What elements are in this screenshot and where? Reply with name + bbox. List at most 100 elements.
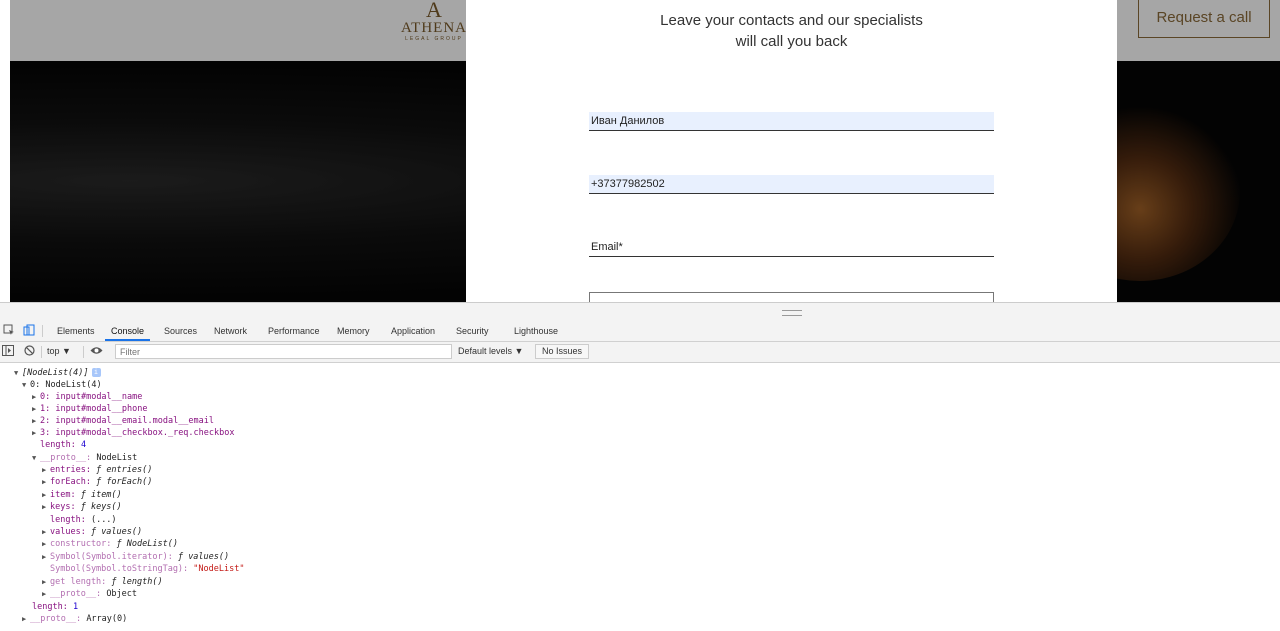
length-key: length:	[32, 602, 68, 612]
member-value: ƒ NodeList()	[116, 539, 178, 549]
name-field[interactable]	[589, 112, 994, 131]
collapsed-triangle-icon: ▶	[42, 528, 47, 536]
member-value: ƒ entries()	[96, 465, 153, 475]
tabbar-divider	[42, 325, 43, 337]
member-key: Symbol(Symbol.iterator):	[50, 552, 173, 562]
proto-key: __proto__:	[40, 453, 92, 463]
list-item[interactable]: length: (...)	[50, 514, 117, 526]
length-value: 1	[72, 602, 79, 612]
console-item-nodelist[interactable]: ▼ 0: NodeList(4)	[22, 379, 102, 391]
member-value: ƒ forEach()	[96, 477, 153, 487]
tab-performance[interactable]: Performance	[264, 321, 324, 341]
member-key: values:	[50, 527, 86, 537]
list-item[interactable]: ▶ forEach: ƒ forEach()	[42, 476, 152, 488]
list-item[interactable]: ▶ 1: input#modal__phone	[32, 403, 148, 415]
proto-key: __proto__:	[30, 614, 82, 624]
list-item[interactable]: ▶ 3: input#modal__checkbox._req.checkbox	[32, 427, 235, 439]
member-value: ƒ length()	[111, 577, 163, 587]
member-key: entries:	[50, 465, 91, 475]
console-filter-input[interactable]	[115, 344, 452, 359]
tab-application[interactable]: Application	[387, 321, 439, 341]
node-key: 0:	[40, 392, 51, 402]
array-length: length: 1	[32, 601, 78, 613]
collapsed-triangle-icon: ▶	[42, 503, 47, 511]
collapsed-triangle-icon: ▶	[42, 540, 47, 548]
tab-lighthouse[interactable]: Lighthouse	[510, 321, 562, 341]
list-item[interactable]: ▶ values: ƒ values()	[42, 526, 142, 538]
devtools-panel: Elements Console Sources Network Perform…	[0, 302, 1280, 631]
list-item[interactable]: ▶ get length: ƒ length()	[42, 576, 163, 588]
devtools-tabbar: Elements Console Sources Network Perform…	[0, 321, 1280, 342]
collapsed-triangle-icon: ▶	[42, 553, 47, 561]
list-item[interactable]: ▶ __proto__: Object	[42, 588, 137, 600]
tab-security[interactable]: Security	[452, 321, 493, 341]
console-output: ▼ [NodeList(4)] i ▼ 0: NodeList(4) ▶ 0: inpu…	[0, 364, 1280, 631]
collapsed-triangle-icon: ▶	[42, 578, 47, 586]
info-icon: i	[91, 368, 101, 377]
tab-memory[interactable]: Memory	[333, 321, 374, 341]
member-key: get length:	[50, 577, 107, 587]
email-field[interactable]	[589, 238, 994, 257]
member-value: "NodeList"	[193, 564, 245, 574]
collapsed-triangle-icon: ▶	[32, 405, 37, 413]
proto-value: Array(0)	[86, 614, 128, 624]
device-toolbar-icon[interactable]	[22, 324, 35, 337]
console-toolbar: top ▼ Default levels ▼ No Issues	[0, 342, 1280, 363]
resize-grip-icon	[782, 310, 802, 316]
node-key: 2:	[40, 416, 51, 426]
member-value: ƒ keys()	[80, 502, 122, 512]
issues-button[interactable]: No Issues	[535, 344, 590, 359]
array-proto[interactable]: ▶ __proto__: Array(0)	[22, 613, 127, 625]
member-value: Object	[106, 589, 138, 599]
inspect-icon[interactable]	[2, 324, 15, 337]
collapsed-triangle-icon: ▶	[32, 393, 37, 401]
list-item[interactable]: ▶ 0: input#modal__name	[32, 391, 142, 403]
log-levels-select[interactable]: Default levels ▼	[458, 345, 523, 358]
list-item[interactable]: ▶ 2: input#modal__email.modal__email	[32, 415, 214, 427]
modal-title-line-2: will call you back	[735, 33, 848, 50]
list-item[interactable]: ▶ entries: ƒ entries()	[42, 464, 152, 476]
collapsed-triangle-icon: ▶	[42, 478, 47, 486]
member-value: (...)	[90, 515, 117, 525]
context-select[interactable]: top ▼	[47, 345, 71, 358]
expand-triangle-icon: ▼	[14, 369, 19, 377]
live-expression-icon[interactable]	[90, 345, 103, 358]
member-key: forEach:	[50, 477, 91, 487]
list-item: Symbol(Symbol.toStringTag): "NodeList"	[50, 563, 244, 575]
devtools-resize-handle[interactable]	[0, 303, 1280, 321]
modal-title: Leave your contacts and our specialists …	[466, 10, 1117, 52]
member-key: Symbol(Symbol.toStringTag):	[50, 564, 189, 574]
list-item[interactable]: ▶ Symbol(Symbol.iterator): ƒ values()	[42, 551, 229, 563]
length-value: 4	[80, 440, 87, 450]
callback-modal: Leave your contacts and our specialists …	[466, 0, 1117, 302]
console-root-value: [NodeList(4)]	[22, 368, 89, 378]
tab-elements[interactable]: Elements	[53, 321, 99, 341]
list-item[interactable]: ▶ constructor: ƒ NodeList()	[42, 538, 178, 550]
member-key: item:	[50, 490, 76, 500]
tab-sources[interactable]: Sources	[160, 321, 201, 341]
node-value: input#modal__name	[55, 392, 143, 402]
page-viewport: A ATHENA LEGAL GROUP Request a call Leav…	[0, 0, 1280, 302]
length-key: length:	[40, 440, 76, 450]
modal-next-field[interactable]	[589, 292, 994, 302]
nodelist-label: 0: NodeList(4)	[30, 380, 102, 390]
collapsed-triangle-icon: ▶	[42, 466, 47, 474]
nodelist-proto[interactable]: ▼ __proto__: NodeList	[32, 452, 137, 464]
list-item[interactable]: ▶ keys: ƒ keys()	[42, 501, 122, 513]
toolbar-divider	[83, 346, 84, 358]
sidebar-toggle-icon[interactable]	[2, 345, 14, 358]
list-item[interactable]: ▶ item: ƒ item()	[42, 489, 122, 501]
member-value: ƒ values()	[177, 552, 230, 562]
collapsed-triangle-icon: ▶	[32, 417, 37, 425]
clear-console-icon[interactable]	[24, 345, 35, 358]
nodelist-length: length: 4	[40, 439, 86, 451]
console-root-line[interactable]: ▼ [NodeList(4)] i	[14, 367, 101, 379]
member-key: length:	[50, 515, 86, 525]
node-value: input#modal__checkbox._req.checkbox	[55, 428, 235, 438]
member-key: keys:	[50, 502, 76, 512]
tab-console[interactable]: Console	[105, 321, 151, 341]
node-key: 1:	[40, 404, 51, 414]
collapsed-triangle-icon: ▶	[42, 590, 47, 598]
tab-network[interactable]: Network	[210, 321, 251, 341]
phone-field[interactable]	[589, 175, 994, 194]
